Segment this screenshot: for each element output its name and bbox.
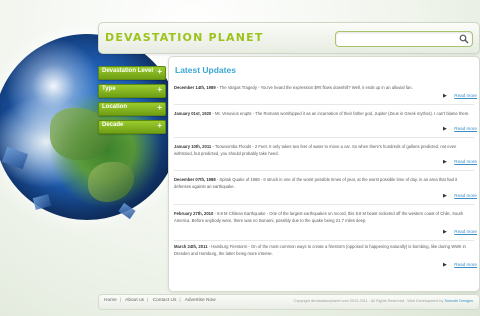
divider [174,104,474,105]
read-more-link[interactable]: Read more [454,193,477,198]
menu-item-devastation-level[interactable]: Devastation Level + [98,66,166,80]
site-title[interactable]: DEVASTATION PLANET [105,31,264,44]
footer-link-about[interactable]: About us [125,298,144,303]
post-body: - 8.8 M Chilean Earthquake - One of the … [174,211,464,223]
footer-link-home[interactable]: Home [104,298,117,303]
update-post: December 07th, 1988 - Spitak Quake of 19… [174,177,474,190]
search-input[interactable] [340,33,450,44]
post-date: January 01st, 1920 [174,111,212,116]
update-post: December 14th, 1989 - The Vargas Tragedy… [174,85,474,92]
menu-item-label: Type [102,86,116,92]
footer-copyright: Copyright devastationplanet.com 2010-201… [294,299,473,303]
read-more-link[interactable]: Read more [454,229,477,234]
update-post: January 10th, 2011 - Toowoomba Floods - … [174,144,474,157]
post-body: - Hamburg Firestorm - On of the most com… [174,244,466,256]
arrow-right-icon: ▶ [443,159,447,165]
latest-updates-panel: Latest Updates December 14th, 1989 - The… [168,56,480,292]
footer-separator: | [119,298,122,303]
menu-item-location[interactable]: Location + [98,102,166,116]
post-date: December 07th, 1988 [174,177,216,182]
plus-icon[interactable]: + [157,121,162,130]
arrow-right-icon: ▶ [443,126,447,132]
search-box[interactable] [335,31,473,47]
arrow-right-icon: ▶ [443,93,447,99]
menu-item-type[interactable]: Type + [98,84,166,98]
globe-landmass [88,162,134,202]
post-date: December 14th, 1989 [174,85,216,90]
post-text: February 27th, 2010 - 8.8 M Chilean Eart… [174,211,474,224]
copyright-text: Copyright devastationplanet.com 2010-201… [293,299,444,303]
update-post: February 27th, 2010 - 8.8 M Chilean Eart… [174,211,474,224]
footer-link-contact[interactable]: Contact Us [153,298,177,303]
category-menu: Devastation Level + Type + Location + De… [98,66,166,138]
arrow-right-icon: ▶ [443,229,447,235]
menu-item-label: Decade [102,122,124,128]
post-body: - The Vargas Tragedy - You've heard the … [215,85,413,90]
update-post: January 01st, 1920 - Mt. Vesuvius erupts… [174,111,474,118]
divider [174,137,474,138]
search-icon[interactable] [459,34,469,44]
menu-item-decade[interactable]: Decade + [98,120,166,134]
plus-icon[interactable]: + [157,103,162,112]
read-more-link[interactable]: Read more [454,126,477,131]
post-date: January 10th, 2011 [174,144,212,149]
divider [174,240,474,241]
post-text: December 07th, 1988 - Spitak Quake of 19… [174,177,474,190]
menu-item-label: Devastation Level [102,68,154,74]
post-text: January 01st, 1920 - Mt. Vesuvius erupts… [174,111,474,118]
footer-bar: Home | About us | Contact Us | Advertise No… [98,294,480,310]
divider [174,170,474,171]
post-text: March 24th, 2011 - Hamburg Firestorm - O… [174,244,474,257]
divider [174,204,474,205]
arrow-right-icon: ▶ [443,262,447,268]
developer-link[interactable]: Sowndh Designs [445,299,474,303]
plus-icon[interactable]: + [157,85,162,94]
post-date: March 24th, 2011 [174,244,208,249]
plus-icon[interactable]: + [157,67,162,76]
read-more-link[interactable]: Read more [454,159,477,164]
update-post: March 24th, 2011 - Hamburg Firestorm - O… [174,244,474,257]
menu-item-label: Location [102,104,127,110]
post-body: - Mt. Vesuvius erupts - The Romans worsh… [211,111,470,116]
footer-separator: | [147,298,149,303]
footer-nav: Home | About us | Contact Us | Advertise No… [104,298,219,303]
footer-link-advertise[interactable]: Advertise Now [185,298,216,303]
post-date: February 27th, 2010 [174,211,214,216]
post-body: - Toowoomba Floods - 2 Feet. It only tak… [174,144,457,156]
post-text: December 14th, 1989 - The Vargas Tragedy… [174,85,474,92]
post-text: January 10th, 2011 - Toowoomba Floods - … [174,144,474,157]
arrow-right-icon: ▶ [443,193,447,199]
read-more-link[interactable]: Read more [454,262,477,267]
footer-separator: | [179,298,181,303]
post-body: - Spitak Quake of 1988 - It struck in on… [174,177,458,189]
header-bar: DEVASTATION PLANET [98,22,480,54]
section-title: Latest Updates [175,65,236,75]
read-more-link[interactable]: Read more [454,93,477,98]
